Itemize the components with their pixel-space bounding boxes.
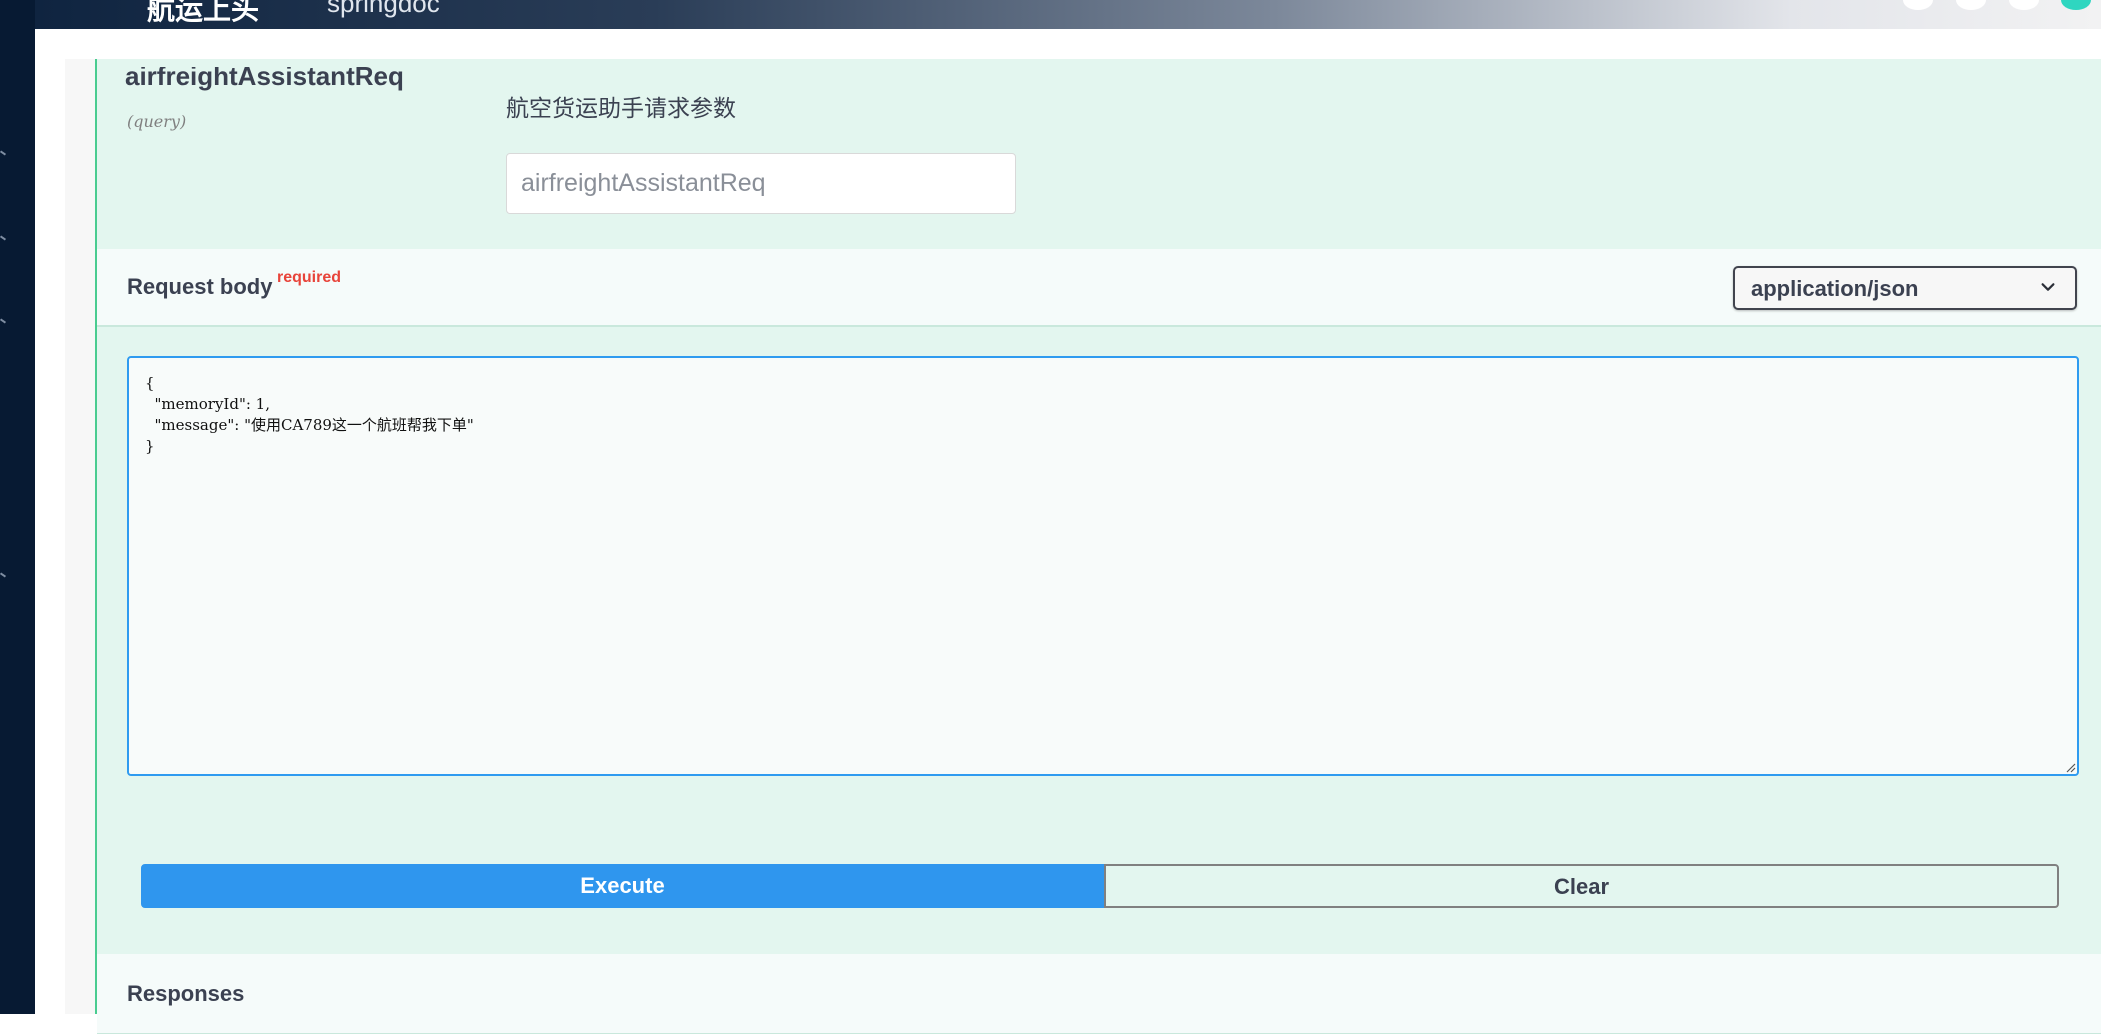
- responses-header: Responses: [97, 954, 2101, 1034]
- request-body-header: Request body required application/json: [97, 249, 2101, 327]
- content-type-select[interactable]: application/json: [1733, 266, 2077, 310]
- header-action-icon[interactable]: [2009, 0, 2039, 10]
- top-bar: 航运上头 springdoc: [35, 0, 2101, 29]
- page: airfreightAssistantReq (query) 航空货运助手请求参…: [35, 29, 2101, 1034]
- resize-handle-icon[interactable]: [2064, 761, 2076, 773]
- required-badge: required: [277, 269, 342, 286]
- brand-title: 航运上头: [147, 0, 260, 25]
- avatar[interactable]: [2061, 0, 2091, 10]
- parameter-name: airfreightAssistantReq: [125, 67, 404, 91]
- rail-tick: [0, 150, 7, 156]
- parameter-description: 航空货运助手请求参数: [506, 96, 736, 122]
- header-action-icon[interactable]: [1956, 0, 1986, 10]
- left-gutter: [65, 59, 97, 1014]
- clear-button[interactable]: Clear: [1104, 864, 2059, 908]
- responses-title: Responses: [127, 981, 245, 1006]
- chevron-down-icon: [2041, 283, 2055, 291]
- rail-tick: [0, 572, 7, 578]
- product-name[interactable]: springdoc: [327, 0, 440, 19]
- side-rail: [0, 0, 35, 1014]
- operation-block: airfreightAssistantReq (query) 航空货运助手请求参…: [95, 59, 2101, 1034]
- parameter-input[interactable]: [506, 153, 1016, 214]
- parameter-location: (query): [127, 112, 187, 131]
- rail-tick: [0, 318, 7, 324]
- content-type-value: application/json: [1751, 276, 1919, 301]
- request-body-editor[interactable]: { "memoryId": 1, "message": "使用CA789这一个航…: [127, 356, 2079, 776]
- request-body-title: Request body: [127, 274, 273, 299]
- header-action-icon[interactable]: [1903, 0, 1933, 10]
- rail-tick: [0, 235, 7, 241]
- execute-button[interactable]: Execute: [141, 864, 1104, 908]
